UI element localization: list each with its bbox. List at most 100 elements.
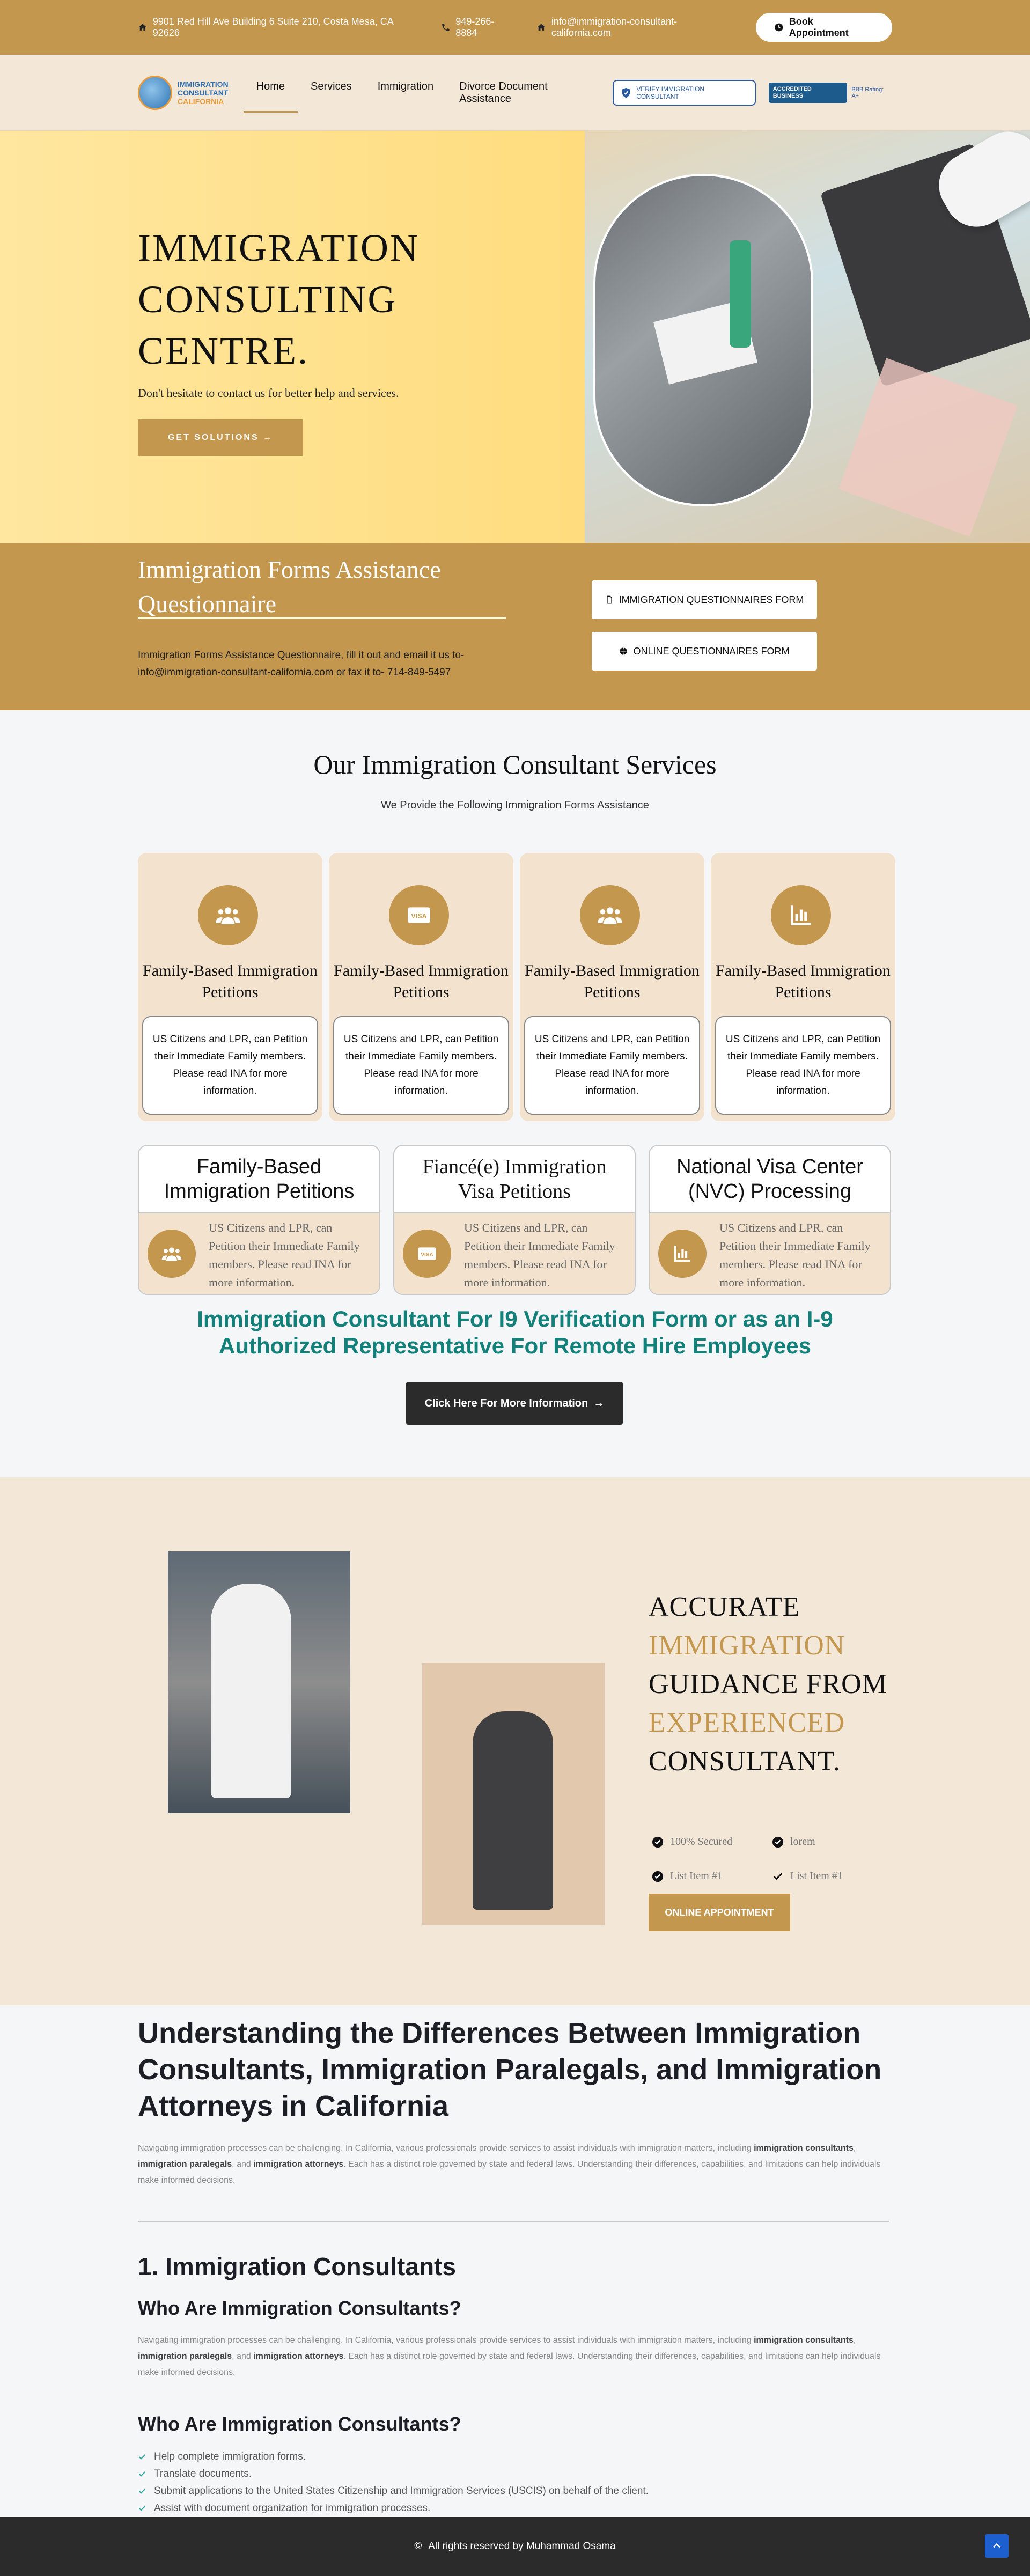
map-image [838, 358, 1018, 537]
svg-text:VISA: VISA [411, 912, 426, 920]
menu-item-immigration[interactable]: Immigration [365, 73, 446, 113]
para-text: , and [232, 2352, 254, 2361]
shield-check-icon [622, 87, 630, 98]
hero-oval-photo [593, 174, 813, 506]
phone-text[interactable]: 949-266-8884 [455, 16, 515, 39]
get-solutions-button[interactable]: GET SOLUTIONS → [138, 419, 303, 456]
home-icon [537, 24, 546, 31]
list-item-text: Translate documents. [154, 2468, 252, 2479]
scroll-top-button[interactable] [985, 2534, 1009, 2558]
menu-item-divorce[interactable]: Divorce Document Assistance [446, 73, 613, 113]
logo-line-1: IMMIGRATION [178, 80, 229, 89]
check-item-label: 100% Secured [670, 1836, 733, 1848]
book-appointment-button[interactable]: Book Appointment [755, 13, 892, 42]
online-appointment-button[interactable]: ONLINE APPOINTMENT [649, 1894, 790, 1931]
guidance-section: ACCURATE IMMIGRATION GUIDANCE FROM EXPER… [0, 1477, 1030, 2005]
para-text: Navigating immigration processes can be … [138, 2336, 754, 2345]
questionnaire-form-button[interactable]: IMMIGRATION QUESTIONNAIRES FORM [592, 580, 817, 619]
clock-icon [775, 23, 783, 32]
service-card-wide[interactable]: Family-Based Immigration Petitions US Ci… [138, 1145, 380, 1295]
services-title: Our Immigration Consultant Services [313, 749, 717, 779]
service-card-title: Family-Based Immigration Petitions [143, 962, 318, 1001]
site-logo[interactable]: IMMIGRATION CONSULTANT CALIFORNIA [138, 76, 229, 110]
email-item[interactable]: info@immigration-consultant-california.c… [536, 16, 734, 39]
logo-globe-icon [138, 76, 172, 110]
service-card[interactable]: Family-Based Immigration Petitions US Ci… [138, 853, 322, 1121]
menu-item-services[interactable]: Services [298, 73, 365, 113]
check-icon [138, 2471, 146, 2477]
service-card-body: US Citizens and LPR, can Petition their … [524, 1016, 700, 1115]
online-questionnaire-button[interactable]: ONLINE QUESTIONNAIRES FORM [592, 632, 817, 671]
visa-icon: VISA [389, 885, 449, 945]
forms-assistance-section: Immigration Forms Assistance Questionnai… [0, 543, 1030, 710]
forms-divider [138, 617, 506, 619]
check-item-label: lorem [790, 1836, 815, 1848]
list-item-text: Submit applications to the United States… [154, 2485, 649, 2497]
menu-item-home[interactable]: Home [243, 73, 298, 113]
phone-item[interactable]: 949-266-8884 [441, 16, 515, 39]
check-icon [138, 2489, 146, 2494]
main-nav: IMMIGRATION CONSULTANT CALIFORNIA Home S… [0, 55, 1030, 131]
verify-consultant-badge[interactable]: VERIFY IMMIGRATION CONSULTANT [613, 80, 756, 106]
address-text: 9901 Red Hill Ave Building 6 Suite 210, … [152, 16, 393, 38]
list-item: Assist with document organization for im… [138, 2500, 892, 2517]
footer: © All rights reserved by Muhammad Osama [0, 2517, 1030, 2576]
service-card[interactable]: Family-Based Immigration Petitions US Ci… [711, 853, 895, 1121]
email-text[interactable]: info@immigration-consultant-california.c… [551, 16, 734, 39]
service-card[interactable]: VISA Family-Based Immigration Petitions … [329, 853, 513, 1121]
guidance-line-4: EXPERIENCED [649, 1707, 845, 1738]
list-item: Submit applications to the United States… [138, 2483, 892, 2500]
intro-text: , and [232, 2160, 254, 2169]
guidance-line-2: IMMIGRATION [649, 1630, 845, 1661]
check-item: 100% Secured [652, 1836, 732, 1848]
services-list: Help complete immigration forms. Transla… [138, 2448, 892, 2517]
service-card-body-panel: US Citizens and LPR, can Petition their … [650, 1212, 890, 1294]
logo-text: IMMIGRATION CONSULTANT CALIFORNIA [178, 80, 229, 106]
intro-bold: immigration consultants [754, 2144, 854, 2153]
service-card-wide[interactable]: National Visa Center (NVC) Processing US… [649, 1145, 891, 1295]
services-section: Our Immigration Consultant Services We P… [0, 710, 1030, 1477]
intro-bold: immigration paralegals [138, 2160, 232, 2169]
bbb-accredited-label: ACCREDITED BUSINESS [768, 83, 848, 103]
users-icon [148, 1230, 196, 1278]
chart-icon [771, 885, 831, 945]
bbb-badge[interactable]: ACCREDITED BUSINESS BBB Rating: A+ [768, 80, 892, 106]
check-circle-icon [652, 1871, 664, 1882]
questionnaire-form-label: IMMIGRATION QUESTIONNAIRES FORM [619, 594, 804, 605]
check-item: List Item #1 [772, 1870, 843, 1882]
hero-subtitle: Don't hesitate to contact us for better … [138, 386, 399, 400]
check-item: lorem [772, 1836, 815, 1848]
service-card-body: US Citizens and LPR, can Petition their … [464, 1221, 615, 1289]
service-card[interactable]: Family-Based Immigration Petitions US Ci… [520, 853, 704, 1121]
para-bold: immigration attorneys [253, 2352, 344, 2361]
guidance-line-5: CONSULTANT. [649, 1746, 841, 1777]
intro-bold: immigration attorneys [253, 2160, 344, 2169]
traveler-photo [168, 1551, 350, 1813]
list-item: Help complete immigration forms. [138, 2448, 892, 2465]
visa-icon: VISA [403, 1230, 451, 1278]
article-intro: Navigating immigration processes can be … [138, 2140, 889, 2189]
service-card-wide[interactable]: Fiancé(e) Immigration Visa Petitions VIS… [393, 1145, 636, 1295]
more-information-button[interactable]: Click Here For More Information → [406, 1382, 623, 1425]
home-icon [138, 24, 147, 31]
more-information-label: Click Here For More Information [424, 1397, 588, 1409]
verify-badge-text: VERIFY IMMIGRATION CONSULTANT [636, 85, 705, 100]
svg-text:VISA: VISA [421, 1252, 433, 1258]
service-card-title: Family-Based Immigration Petitions [164, 1155, 355, 1203]
service-card-body-panel: VISA US Citizens and LPR, can Petition t… [394, 1212, 635, 1294]
service-card-title: Family-Based Immigration Petitions [525, 962, 700, 1001]
intro-text: , [853, 2144, 856, 2153]
check-item: List Item #1 [652, 1870, 723, 1882]
list-item: Translate documents. [138, 2465, 892, 2483]
users-icon [198, 885, 258, 945]
article-title: Understanding the Differences Between Im… [138, 2017, 882, 2122]
hero-title: IMMIGRATION CONSULTING CENTRE. [138, 226, 420, 372]
service-card-body: US Citizens and LPR, can Petition their … [209, 1221, 360, 1289]
service-card-title: National Visa Center (NVC) Processing [676, 1155, 863, 1203]
globe-icon [620, 647, 628, 656]
list-item-text: Assist with document organization for im… [154, 2503, 431, 2514]
guidance-heading: ACCURATE IMMIGRATION GUIDANCE FROM EXPER… [649, 1588, 887, 1781]
top-bar: 9901 Red Hill Ave Building 6 Suite 210, … [0, 0, 1030, 55]
section-paragraph: Navigating immigration processes can be … [138, 2332, 889, 2381]
logo-line-2: CONSULTANT [178, 89, 229, 97]
